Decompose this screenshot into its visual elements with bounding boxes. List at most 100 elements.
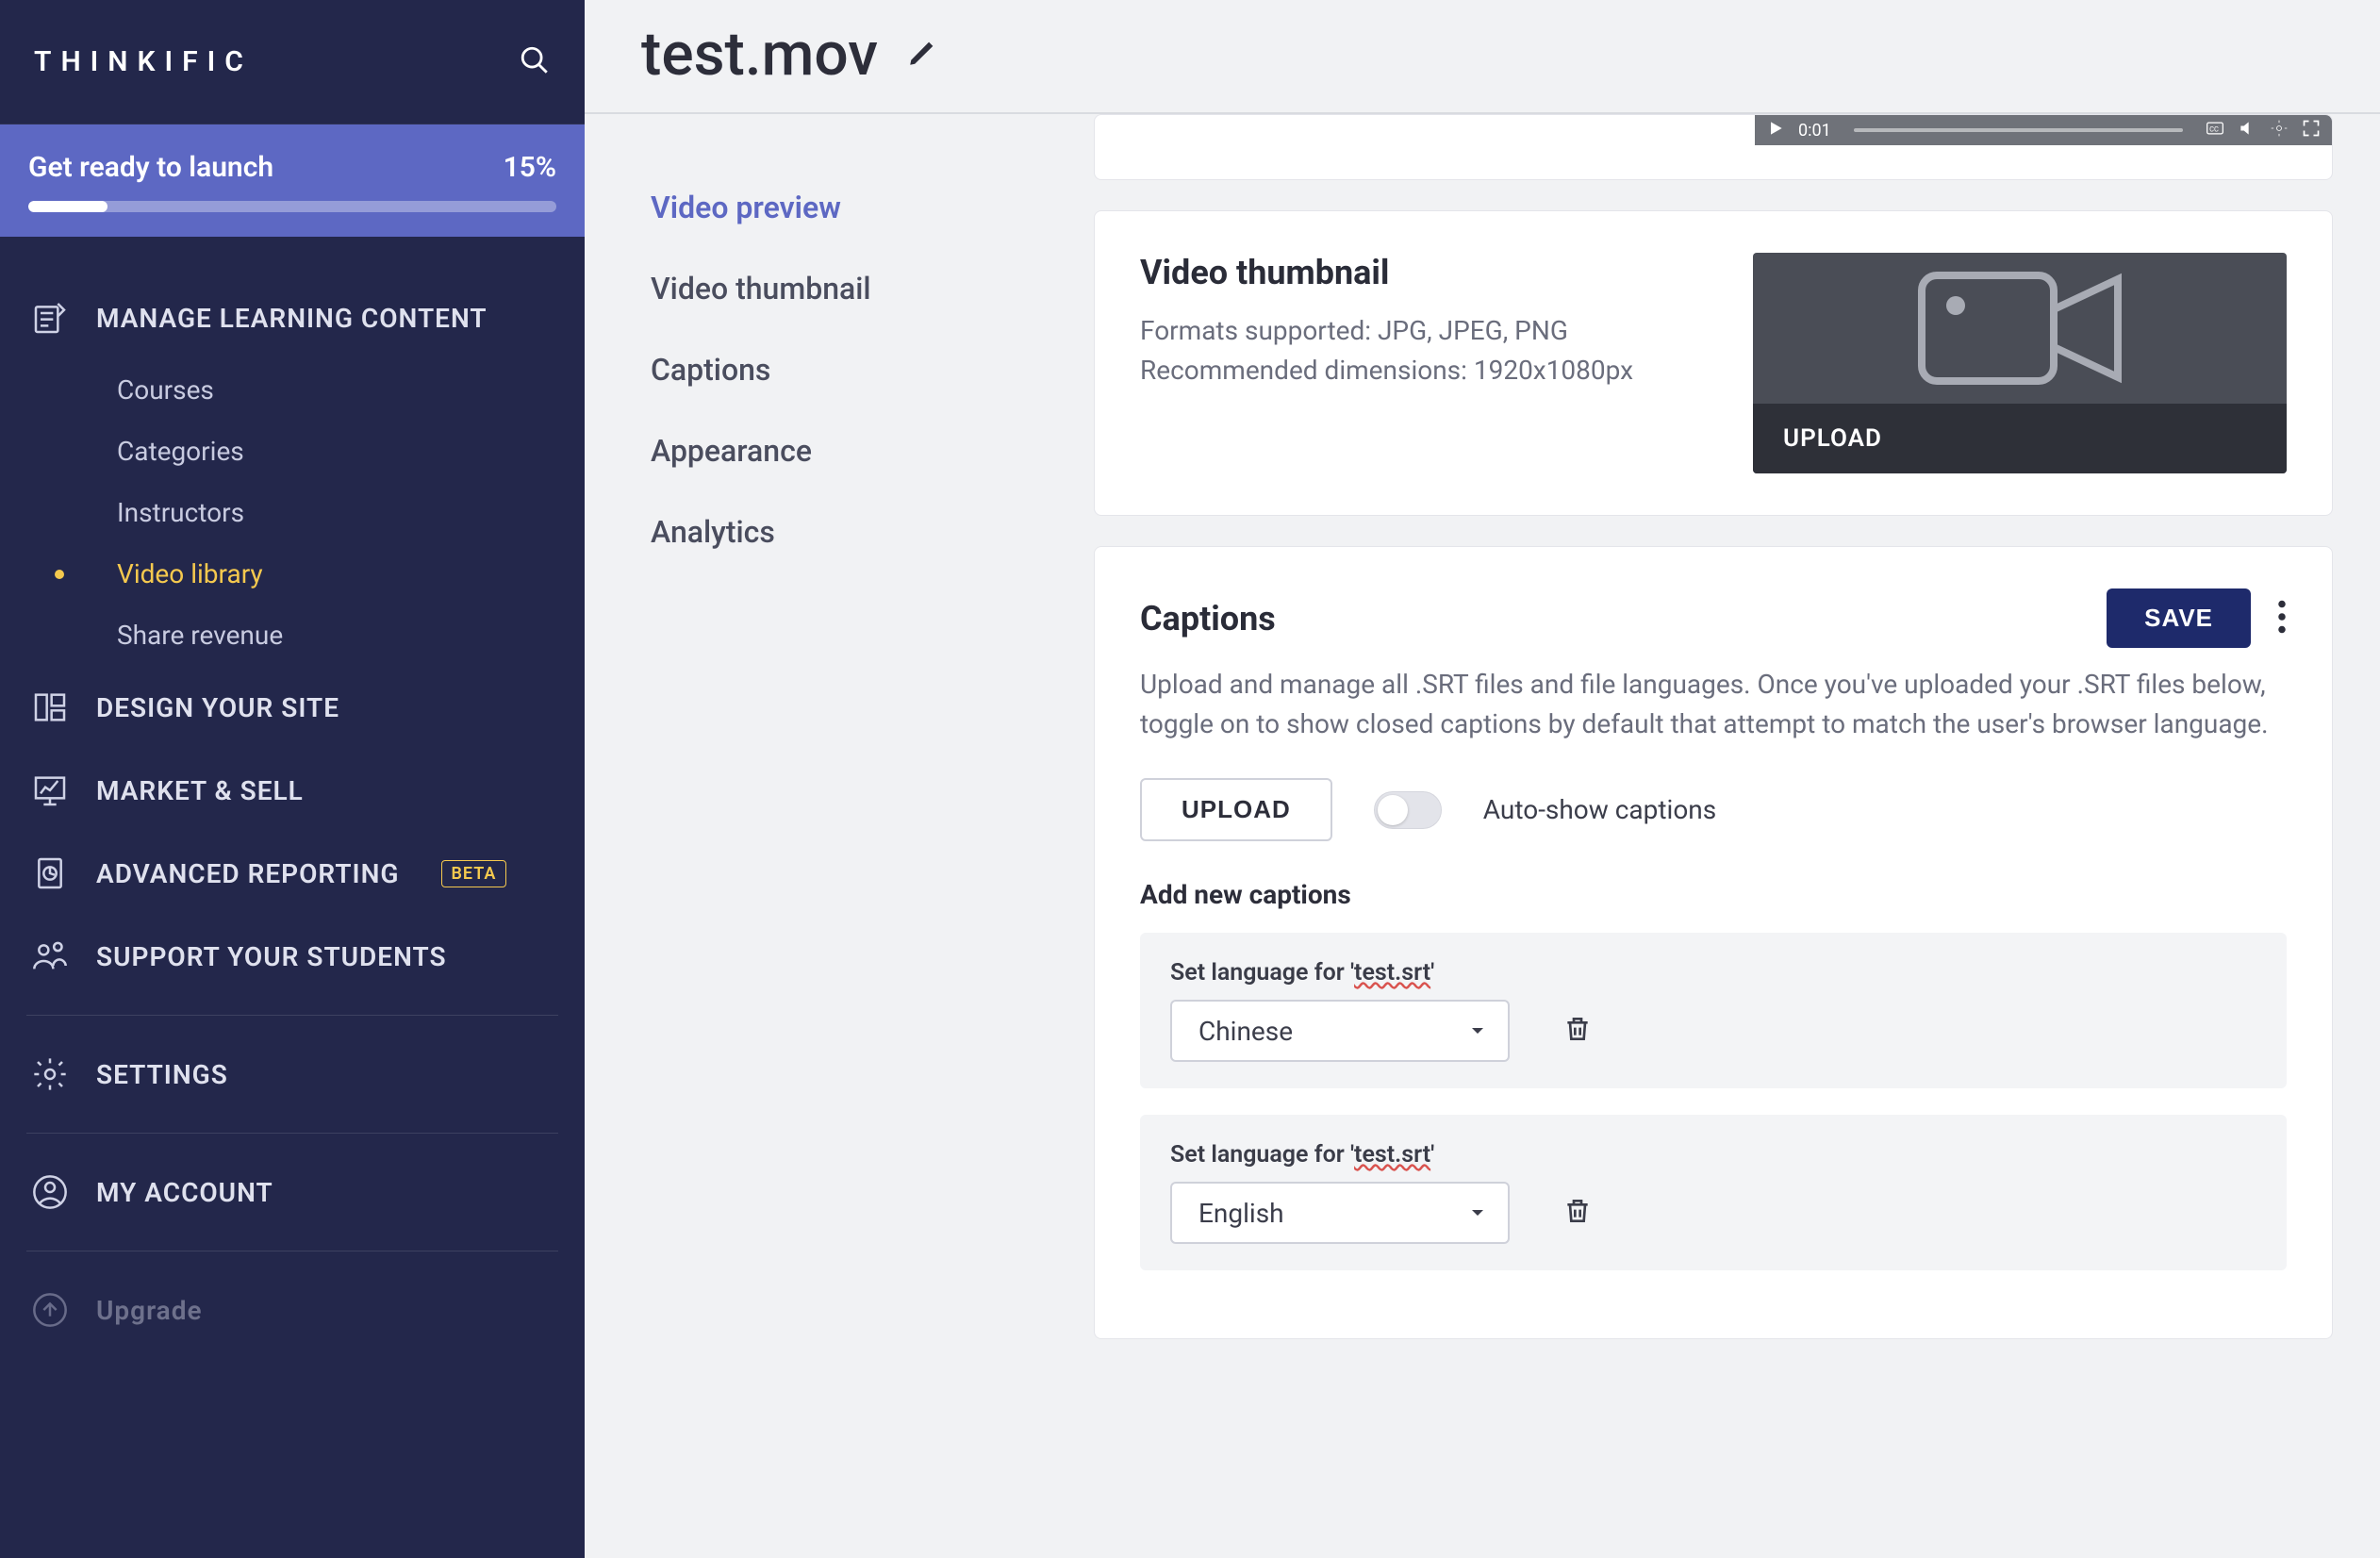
select-value: Chinese — [1198, 1016, 1293, 1047]
nav-label: MY ACCOUNT — [96, 1177, 273, 1208]
nav-settings[interactable]: SETTINGS — [0, 1033, 585, 1116]
search-icon[interactable] — [519, 44, 551, 80]
sidebar-sub-label: Categories — [117, 436, 244, 467]
language-select[interactable]: English — [1170, 1182, 1510, 1244]
beta-badge: BETA — [441, 860, 507, 887]
nav-divider — [26, 1015, 558, 1016]
nav-my-account[interactable]: MY ACCOUNT — [0, 1151, 585, 1234]
users-icon — [28, 937, 72, 975]
sidebar-sub-label: Courses — [117, 374, 214, 406]
nav-support-students[interactable]: SUPPORT YOUR STUDENTS — [0, 915, 585, 998]
clipboard-chart-icon — [28, 854, 72, 892]
snav-analytics[interactable]: Analytics — [622, 491, 1056, 572]
sidebar-sub-label: Share revenue — [117, 620, 283, 651]
play-icon[interactable] — [1766, 119, 1785, 142]
launch-label: Get ready to launch — [28, 151, 273, 184]
captions-description: Upload and manage all .SRT files and fil… — [1140, 665, 2287, 744]
nav-manage-learning[interactable]: MANAGE LEARNING CONTENT — [0, 276, 585, 359]
snav-video-preview[interactable]: Video preview — [622, 167, 1056, 248]
nav-label: Upgrade — [96, 1295, 203, 1326]
nav-label: ADVANCED REPORTING — [96, 858, 400, 889]
secondary-nav: Video preview Video thumbnail Captions A… — [585, 114, 1094, 1558]
main: test.mov Video preview Video thumbnail C… — [585, 0, 2380, 1558]
thumbnail-dims: Recommended dimensions: 1920x1080px — [1140, 351, 1715, 390]
sidebar-item-categories[interactable]: Categories — [0, 421, 585, 482]
nav-section: MANAGE LEARNING CONTENT Courses Categori… — [0, 237, 585, 1351]
nav-label: SUPPORT YOUR STUDENTS — [96, 941, 447, 972]
snav-captions[interactable]: Captions — [622, 329, 1056, 410]
nav-design-site[interactable]: DESIGN YOUR SITE — [0, 666, 585, 749]
more-vertical-icon[interactable] — [2277, 600, 2287, 638]
nav-label: MARKET & SELL — [96, 775, 304, 806]
thumbnail-upload-box[interactable]: UPLOAD — [1753, 253, 2287, 473]
language-select[interactable]: Chinese — [1170, 1000, 1510, 1062]
sidebar-item-video-library[interactable]: Video library — [0, 543, 585, 605]
progress-fill — [28, 201, 107, 212]
sidebar-item-courses[interactable]: Courses — [0, 359, 585, 421]
sidebar-sub-label: Instructors — [117, 497, 244, 528]
video-preview-card: 0:01 CC — [1094, 114, 2333, 180]
cc-icon[interactable]: CC — [2206, 119, 2224, 142]
layout-icon — [28, 688, 72, 726]
captions-heading: Captions — [1140, 599, 1276, 638]
save-button[interactable]: SAVE — [2107, 588, 2251, 648]
trash-icon[interactable] — [1562, 1012, 1593, 1050]
settings-gear-icon[interactable] — [2270, 119, 2289, 142]
brand-logo[interactable]: THINKIFIC — [34, 45, 253, 78]
label-prefix: Set language for ' — [1170, 1141, 1354, 1168]
edit-note-icon — [28, 299, 72, 337]
captions-card: Captions SAVE Upload and manage all .SRT… — [1094, 546, 2333, 1339]
caption-item: Set language for 'test.srt' Chinese — [1140, 933, 2287, 1088]
snav-appearance[interactable]: Appearance — [622, 410, 1056, 491]
auto-show-toggle[interactable] — [1374, 791, 1442, 829]
pencil-icon[interactable] — [906, 37, 938, 73]
caption-filename: test.srt — [1354, 1141, 1430, 1168]
caption-item-label: Set language for 'test.srt' — [1170, 1141, 2256, 1168]
sidebar-sub-label: Video library — [117, 558, 263, 589]
nav-label: MANAGE LEARNING CONTENT — [96, 303, 488, 334]
gear-icon — [28, 1055, 72, 1093]
trash-icon[interactable] — [1562, 1194, 1593, 1232]
presentation-chart-icon — [28, 771, 72, 809]
progress-track — [28, 201, 556, 212]
sidebar-header: THINKIFIC — [0, 0, 585, 124]
caption-item: Set language for 'test.srt' English — [1140, 1115, 2287, 1270]
thumbnail-upload-button[interactable]: UPLOAD — [1753, 404, 2287, 473]
label-suffix: ' — [1430, 959, 1434, 986]
snav-video-thumbnail[interactable]: Video thumbnail — [622, 248, 1056, 329]
video-progress[interactable] — [1854, 128, 2183, 132]
launch-progress-box[interactable]: Get ready to launch 15% — [0, 124, 585, 237]
user-circle-icon — [28, 1173, 72, 1211]
nav-label: SETTINGS — [96, 1059, 228, 1090]
chevron-down-icon — [1466, 1019, 1489, 1042]
sidebar: THINKIFIC Get ready to launch 15% MANAGE… — [0, 0, 585, 1558]
thumbnail-formats: Formats supported: JPG, JPEG, PNG — [1140, 311, 1715, 351]
select-value: English — [1198, 1198, 1284, 1229]
add-captions-heading: Add new captions — [1140, 879, 2287, 910]
fullscreen-icon[interactable] — [2302, 119, 2321, 142]
sidebar-item-instructors[interactable]: Instructors — [0, 482, 585, 543]
nav-label: DESIGN YOUR SITE — [96, 692, 339, 723]
thumbnail-card: Video thumbnail Formats supported: JPG, … — [1094, 210, 2333, 516]
sidebar-item-share-revenue[interactable]: Share revenue — [0, 605, 585, 666]
caption-item-label: Set language for 'test.srt' — [1170, 959, 2256, 986]
svg-text:CC: CC — [2209, 124, 2219, 133]
caption-filename: test.srt — [1354, 959, 1430, 986]
thumbnail-preview — [1753, 253, 2287, 404]
chevron-down-icon — [1466, 1202, 1489, 1224]
video-controls-bar[interactable]: 0:01 CC — [1755, 115, 2332, 145]
nav-upgrade[interactable]: Upgrade — [0, 1268, 585, 1351]
video-camera-icon — [1907, 253, 2133, 404]
video-time: 0:01 — [1798, 121, 1831, 141]
nav-market-sell[interactable]: MARKET & SELL — [0, 749, 585, 832]
label-suffix: ' — [1430, 1141, 1434, 1168]
nav-divider — [26, 1133, 558, 1134]
page-header: test.mov — [585, 0, 2380, 114]
upload-circle-icon — [28, 1291, 72, 1329]
upload-captions-button[interactable]: UPLOAD — [1140, 778, 1332, 841]
auto-show-label: Auto-show captions — [1483, 794, 1716, 825]
volume-icon[interactable] — [2238, 119, 2256, 142]
nav-advanced-reporting[interactable]: ADVANCED REPORTING BETA — [0, 832, 585, 915]
thumbnail-heading: Video thumbnail — [1140, 253, 1715, 292]
label-prefix: Set language for ' — [1170, 959, 1354, 986]
